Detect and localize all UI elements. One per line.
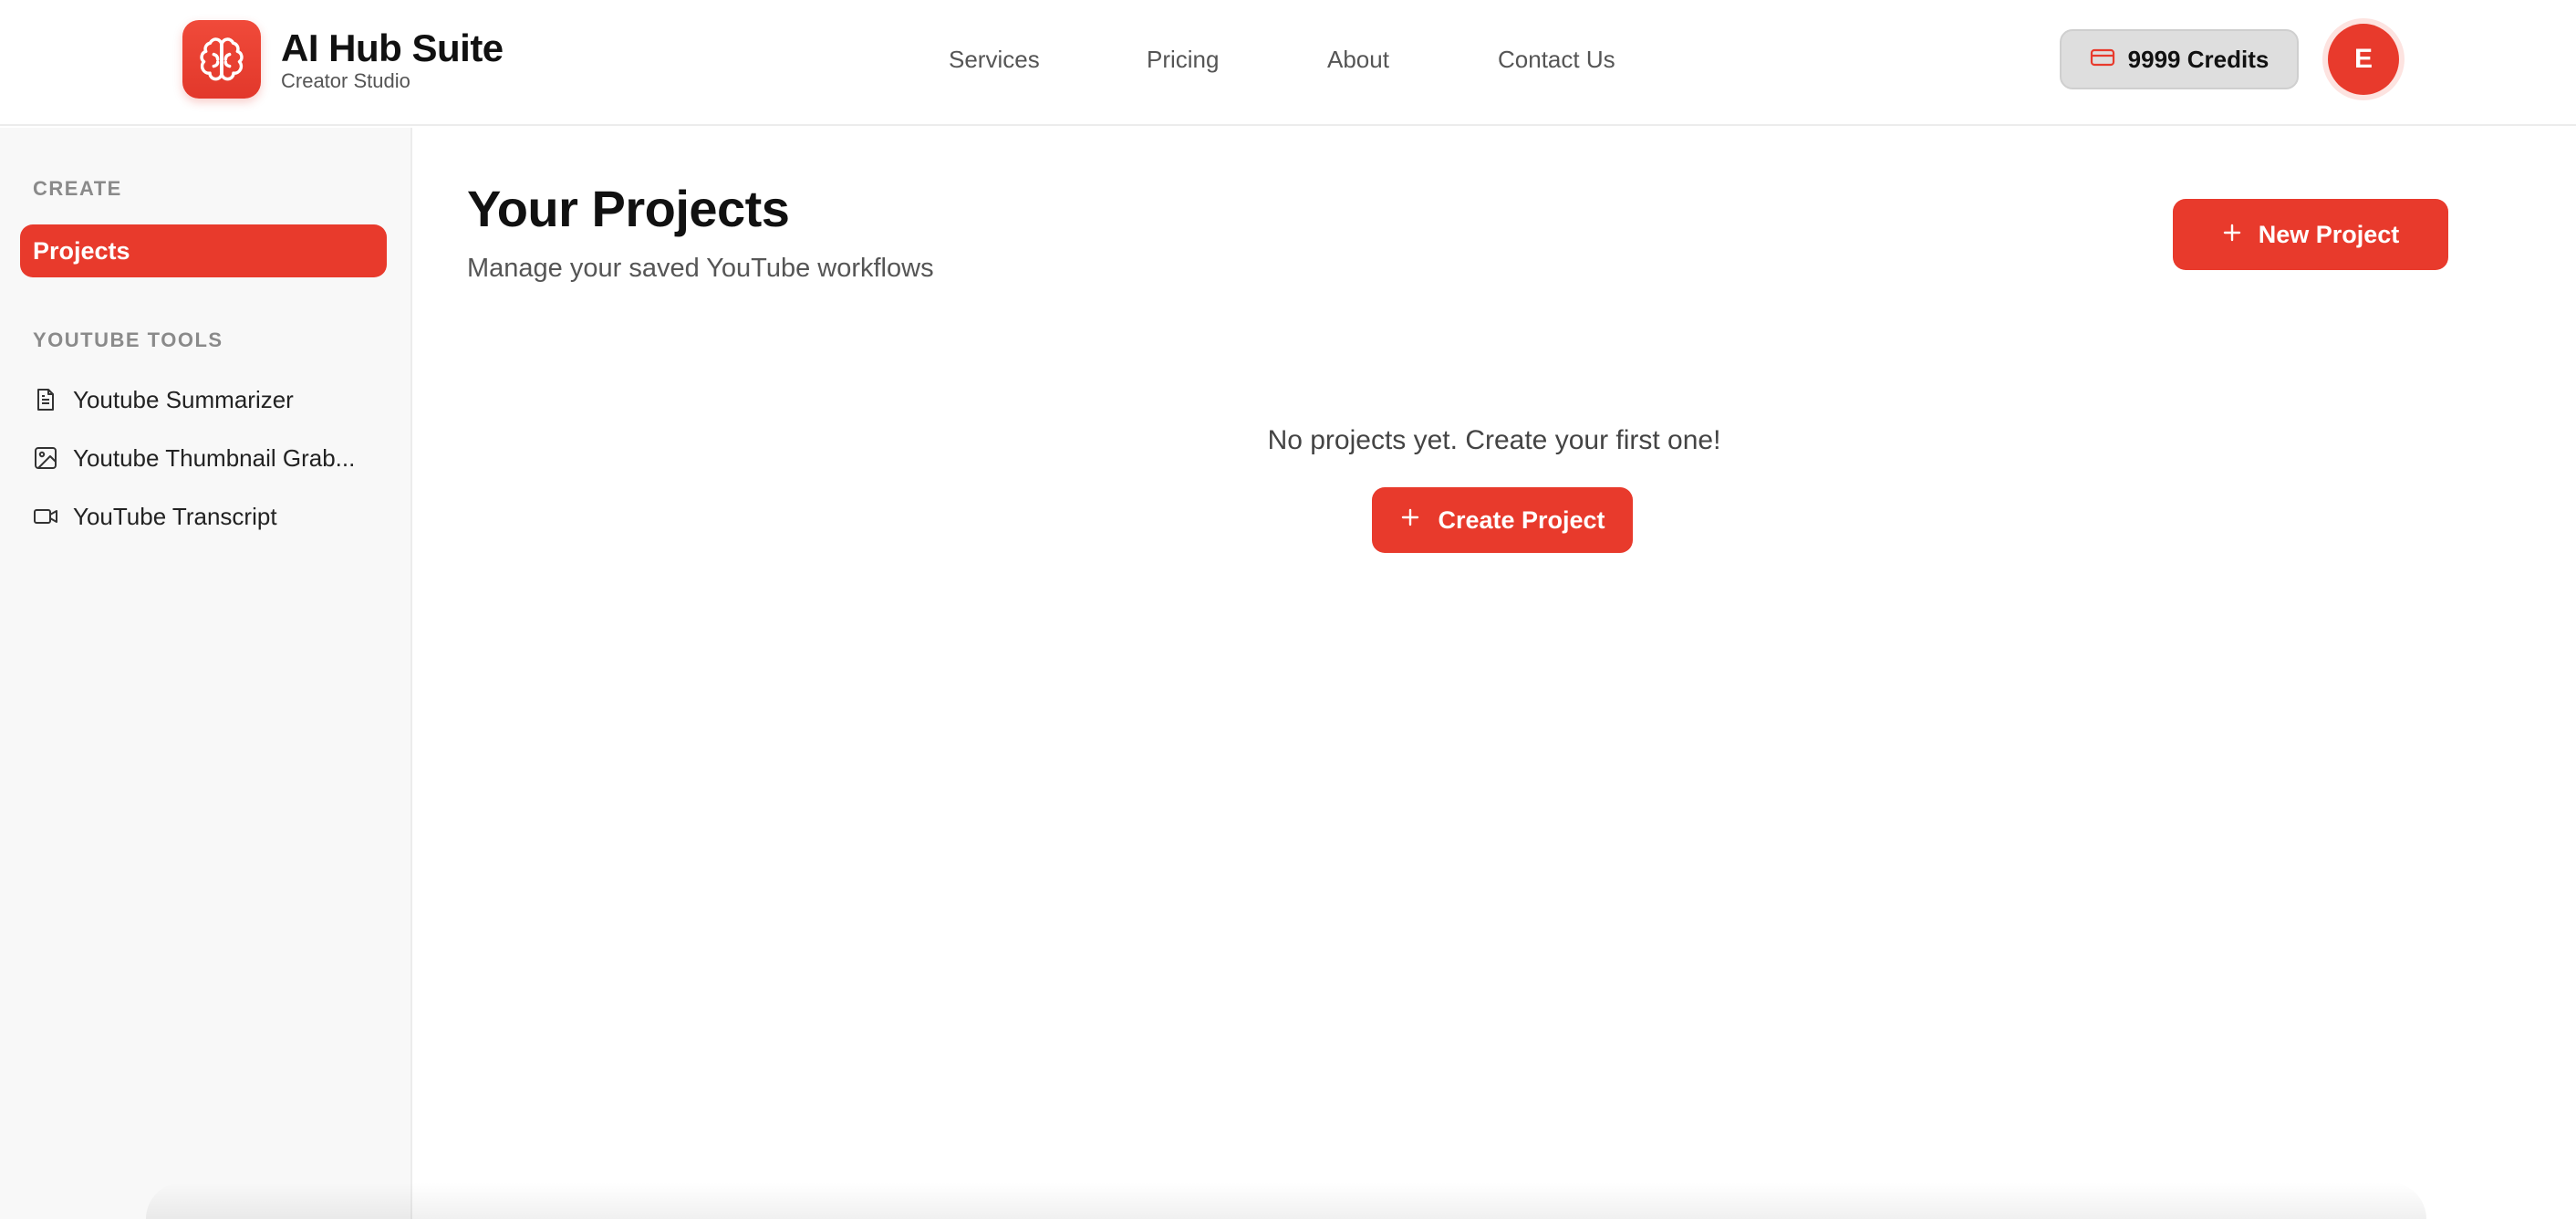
sidebar-section-youtube-tools: YOUTUBE TOOLS bbox=[33, 328, 223, 351]
credit-card-icon bbox=[2090, 47, 2115, 72]
new-project-label: New Project bbox=[2258, 220, 2400, 248]
create-project-button[interactable]: Create Project bbox=[1372, 487, 1633, 553]
sidebar-item-youtube-thumbnail-grabber[interactable]: Youtube Thumbnail Grab... bbox=[33, 440, 355, 476]
document-icon bbox=[33, 387, 58, 412]
nav-link-about[interactable]: About bbox=[1327, 42, 1389, 77]
empty-state-message: No projects yet. Create your first one! bbox=[1267, 425, 1721, 455]
sidebar-item-projects[interactable]: Projects bbox=[20, 224, 387, 277]
sidebar: CREATE Projects YOUTUBE TOOLS Youtube Su… bbox=[0, 128, 412, 1219]
image-icon bbox=[33, 445, 58, 471]
sidebar-item-label: YouTube Transcript bbox=[73, 502, 277, 530]
sidebar-item-label: Youtube Thumbnail Grab... bbox=[73, 443, 356, 472]
top-navigation-bar: AI Hub Suite Creator Studio Services Pri… bbox=[0, 0, 2576, 126]
video-icon bbox=[33, 504, 58, 529]
nav-link-pricing[interactable]: Pricing bbox=[1147, 42, 1219, 77]
nav-link-services[interactable]: Services bbox=[949, 42, 1040, 77]
page-subtitle: Manage your saved YouTube workflows bbox=[467, 254, 934, 283]
create-project-label: Create Project bbox=[1438, 505, 1605, 534]
user-avatar[interactable]: E bbox=[2328, 24, 2399, 95]
new-project-button[interactable]: New Project bbox=[2173, 199, 2448, 270]
nav-link-contact-us[interactable]: Contact Us bbox=[1498, 42, 1615, 77]
sidebar-item-youtube-transcript[interactable]: YouTube Transcript bbox=[33, 498, 277, 535]
sidebar-section-create: CREATE bbox=[33, 177, 122, 200]
credits-label: 9999 Credits bbox=[2127, 45, 2270, 73]
page-title: Your Projects bbox=[467, 180, 790, 237]
sidebar-item-youtube-summarizer[interactable]: Youtube Summarizer bbox=[33, 381, 294, 418]
bottom-shadow bbox=[146, 1183, 2426, 1219]
plus-icon bbox=[1399, 506, 1421, 535]
plus-icon bbox=[2222, 221, 2242, 249]
sidebar-item-label: Youtube Summarizer bbox=[73, 385, 294, 413]
main-content: Your Projects Manage your saved YouTube … bbox=[412, 128, 2576, 1219]
credits-button[interactable]: 9999 Credits bbox=[2060, 29, 2299, 89]
